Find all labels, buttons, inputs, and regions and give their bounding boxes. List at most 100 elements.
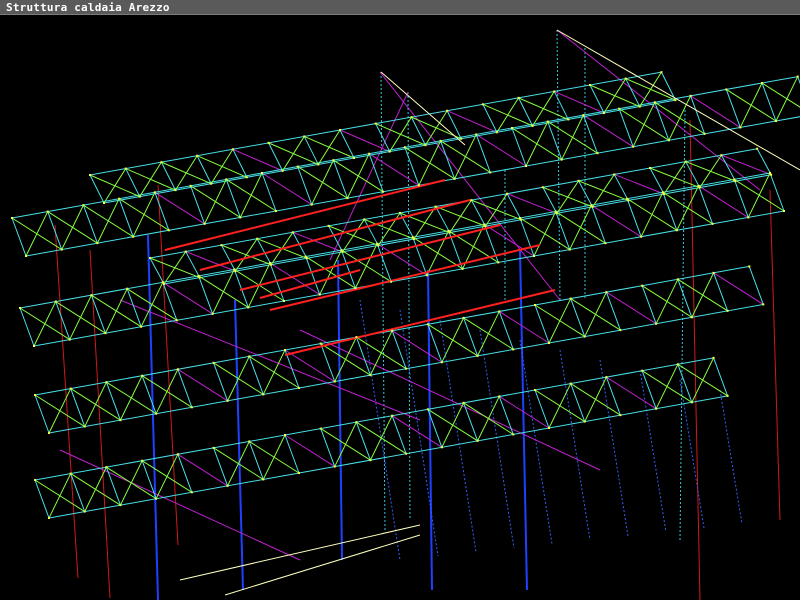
cross-beam — [534, 389, 550, 429]
cross-beam — [761, 82, 777, 122]
cross-beam — [506, 193, 522, 220]
node-point — [624, 77, 627, 80]
node-point — [775, 120, 777, 122]
node-point — [175, 319, 178, 322]
brace-line — [33, 301, 57, 347]
node-point — [270, 263, 273, 266]
node-point — [796, 75, 799, 78]
cross-beam — [625, 78, 641, 107]
node-point — [747, 216, 750, 219]
node-point — [726, 309, 729, 312]
node-point — [495, 131, 498, 134]
brace-line — [61, 204, 84, 250]
node-point — [534, 304, 536, 306]
bracing-line — [698, 185, 749, 218]
brace-line — [48, 473, 72, 519]
node-point — [553, 90, 556, 93]
node-point — [425, 274, 428, 277]
node-point — [141, 459, 144, 462]
node-point — [698, 186, 701, 189]
column-line — [689, 119, 701, 600]
node-point — [481, 103, 484, 106]
node-point — [517, 96, 520, 99]
node-point — [212, 446, 215, 449]
cross-beam — [320, 428, 336, 467]
node-point — [163, 283, 165, 285]
node-point — [462, 316, 465, 319]
node-point — [262, 478, 265, 481]
node-point — [48, 432, 50, 434]
cross-beam — [654, 102, 670, 141]
brace-line — [96, 198, 120, 244]
cross-beam — [769, 172, 785, 212]
bracing-line — [583, 114, 634, 148]
brace-line — [334, 336, 357, 382]
node-point — [231, 148, 234, 151]
brace-line — [155, 369, 179, 414]
dotted-brace — [719, 389, 743, 525]
node-point — [697, 184, 700, 187]
window-titlebar[interactable]: Struttura caldaia Arezzo — [0, 0, 800, 15]
bracing-line — [261, 172, 312, 205]
node-point — [448, 231, 451, 234]
node-point — [405, 367, 408, 370]
column-line — [147, 234, 159, 600]
node-point — [82, 204, 85, 207]
bracing-line — [591, 204, 642, 238]
bracing-line — [284, 434, 335, 467]
node-point — [748, 265, 751, 268]
node-point — [667, 139, 670, 142]
node-point — [353, 157, 355, 159]
cross-beam — [690, 95, 706, 135]
bracing-line — [446, 110, 498, 133]
cross-beam — [555, 211, 571, 250]
cross-beam — [305, 256, 321, 295]
node-point — [184, 250, 187, 253]
cross-beam — [303, 136, 319, 165]
cross-beam — [284, 349, 300, 389]
node-point — [567, 118, 570, 121]
cross-beam — [662, 192, 678, 231]
node-point — [283, 300, 285, 302]
3d-viewport[interactable] — [0, 15, 800, 600]
brace-line — [119, 375, 143, 421]
bracing-line — [59, 449, 301, 561]
node-point — [369, 374, 372, 377]
cross-beam — [618, 108, 634, 147]
node-point — [319, 342, 322, 345]
node-point — [341, 250, 344, 253]
node-point — [725, 88, 728, 91]
node-point — [281, 169, 284, 172]
structure-wireframe[interactable] — [0, 15, 800, 600]
dotted-column — [679, 109, 686, 541]
cross-beam — [660, 71, 676, 101]
cross-beam — [118, 198, 134, 237]
node-point — [577, 179, 580, 182]
node-point — [104, 332, 107, 335]
node-point — [769, 172, 771, 174]
node-point — [284, 434, 286, 436]
cross-beam — [185, 251, 201, 278]
node-point — [583, 335, 586, 338]
cross-beam — [498, 311, 514, 350]
bracing-line — [476, 134, 527, 167]
node-point — [198, 276, 201, 279]
bracing-line — [391, 415, 443, 448]
cross-beam — [320, 343, 336, 382]
node-point — [483, 223, 486, 226]
column-line — [234, 299, 244, 591]
node-point — [105, 381, 108, 384]
node-point — [211, 312, 214, 315]
node-point — [519, 217, 521, 219]
node-point — [161, 281, 164, 284]
node-point — [726, 394, 729, 397]
node-point — [605, 291, 608, 294]
dotted-column — [556, 29, 561, 301]
brace-line — [561, 114, 584, 160]
node-point — [374, 122, 377, 125]
node-point — [506, 192, 509, 195]
node-point — [626, 197, 629, 200]
node-point — [19, 307, 21, 309]
node-point — [327, 224, 330, 227]
node-point — [548, 342, 550, 344]
